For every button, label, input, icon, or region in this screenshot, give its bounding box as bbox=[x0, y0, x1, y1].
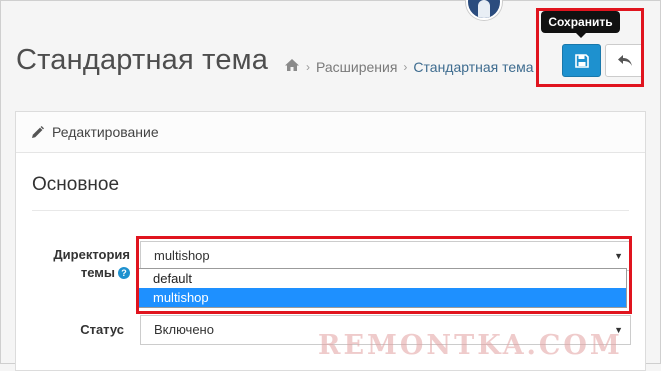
directory-highlight bbox=[136, 236, 632, 314]
section-title: Основное bbox=[32, 174, 120, 195]
breadcrumb-separator: › bbox=[403, 59, 408, 74]
breadcrumb-item-theme[interactable]: Стандартная тема bbox=[413, 59, 533, 75]
page-title: Стандартная тема bbox=[16, 44, 269, 76]
watermark: REMONTKA.COM bbox=[318, 330, 623, 361]
status-select-value: Включено bbox=[154, 322, 214, 337]
home-icon[interactable] bbox=[284, 58, 300, 75]
breadcrumb: › Расширения › Стандартная тема bbox=[284, 58, 534, 75]
panel-heading-title: Редактирование bbox=[52, 124, 159, 140]
breadcrumb-separator: › bbox=[306, 59, 310, 74]
breadcrumb-item-extensions[interactable]: Расширения bbox=[316, 59, 397, 75]
section-divider bbox=[32, 210, 629, 211]
save-area-highlight bbox=[536, 8, 644, 87]
panel-heading: Редактирование bbox=[16, 112, 645, 153]
pencil-icon bbox=[32, 125, 44, 138]
directory-label: Директория темы? bbox=[30, 246, 130, 282]
help-icon[interactable]: ? bbox=[118, 267, 130, 279]
status-label: Статус bbox=[80, 322, 124, 337]
